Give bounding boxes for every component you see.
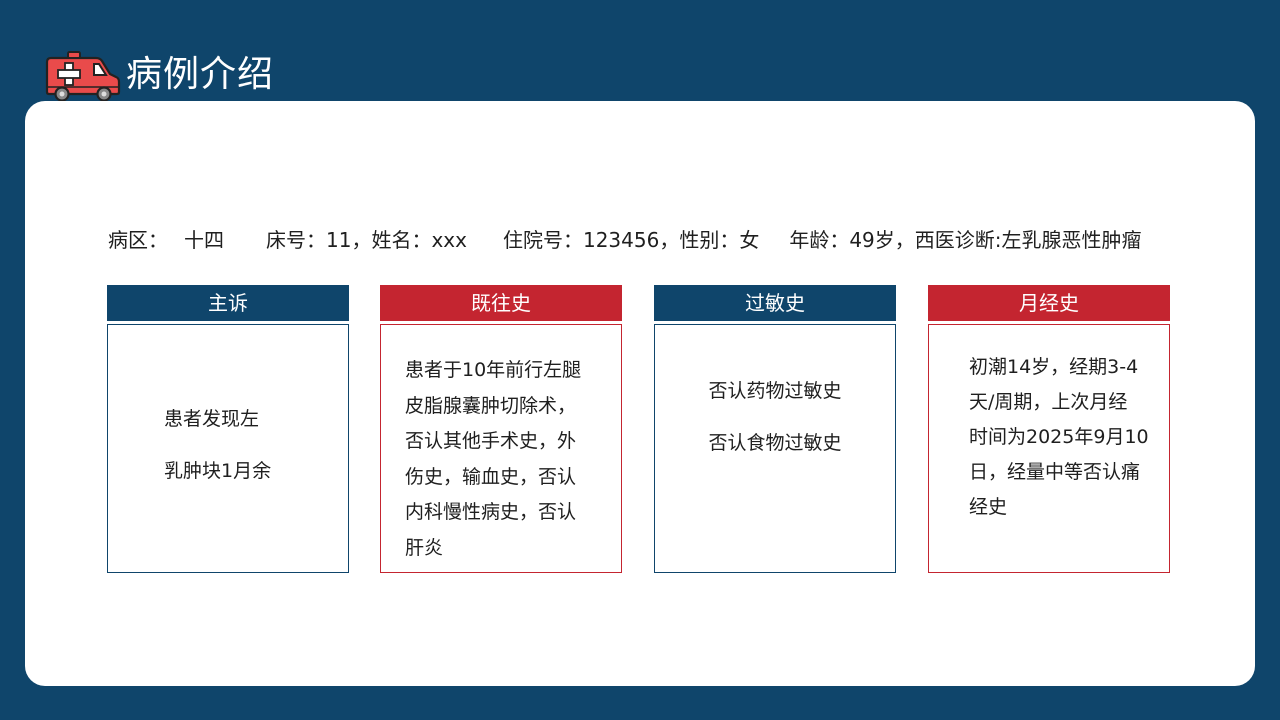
card-header: 既往史 (380, 285, 622, 321)
card-text-line: 患者于10年前行左腿 (405, 359, 582, 381)
card-text-line: 否认其他手术史，外 (405, 430, 577, 452)
card-text-line: 否认食物过敏史 (708, 432, 842, 454)
card-text-line: 皮脂腺囊肿切除术， (405, 394, 577, 417)
card-text-line: 否认药物过敏史 (708, 380, 842, 402)
patient-info-line: 病区： 十四 床号：11，姓名：xxx 住院号：123456，性别：女 年龄：49岁，西… (108, 226, 1142, 254)
title-bar: 病例介绍 (44, 48, 274, 102)
card-body: 患者于10年前行左腿 皮脂腺囊肿切除术， 否认其他手术史，外 伤史，输血史，否认… (380, 324, 622, 573)
page-title: 病例介绍 (126, 54, 275, 95)
admission-and-gender: 住院号：123456，性别：女 (502, 228, 760, 252)
card-chief-complaint: 主诉 患者发现左 乳肿块1月余 (107, 285, 349, 573)
card-text-line: 经史 (969, 496, 1008, 518)
card-text-line: 时间为2025年9月10 (969, 426, 1149, 448)
card-text-line: 伤史，输血史，否认 (405, 465, 577, 488)
card-menstrual-history: 月经史 初潮14岁，经期3-4 天/周期，上次月经 时间为2025年9月10 日… (928, 285, 1170, 573)
card-text-line: 乳肿块1月余 (164, 460, 272, 482)
card-body: 否认药物过敏史 否认食物过敏史 (654, 324, 896, 573)
bed-and-name: 床号：11，姓名：xxx (266, 228, 467, 252)
card-header: 主诉 (107, 285, 349, 321)
card-body: 患者发现左 乳肿块1月余 (107, 324, 349, 573)
card-text-line: 初潮14岁，经期3-4 (969, 356, 1139, 378)
card-past-history: 既往史 患者于10年前行左腿 皮脂腺囊肿切除术， 否认其他手术史，外 伤史，输血… (380, 285, 622, 573)
card-text-line: 天/周期，上次月经 (969, 391, 1128, 413)
card-text-line: 内科慢性病史，否认 (405, 501, 577, 523)
ward-label: 病区： (108, 228, 168, 252)
card-body: 初潮14岁，经期3-4 天/周期，上次月经 时间为2025年9月10 日，经量中… (928, 324, 1170, 573)
card-allergy-history: 过敏史 否认药物过敏史 否认食物过敏史 (654, 285, 896, 573)
card-text-line: 患者发现左 (164, 408, 260, 430)
ward-value: 十四 (184, 228, 224, 252)
card-header: 月经史 (928, 285, 1170, 321)
card-text-line: 肝炎 (405, 536, 444, 559)
age-and-diagnosis: 年龄：49岁，西医诊断:左乳腺恶性肿瘤 (789, 228, 1142, 252)
card-header: 过敏史 (654, 285, 896, 321)
ambulance-icon (45, 51, 121, 102)
card-text-line: 日，经量中等否认痛 (969, 461, 1141, 483)
